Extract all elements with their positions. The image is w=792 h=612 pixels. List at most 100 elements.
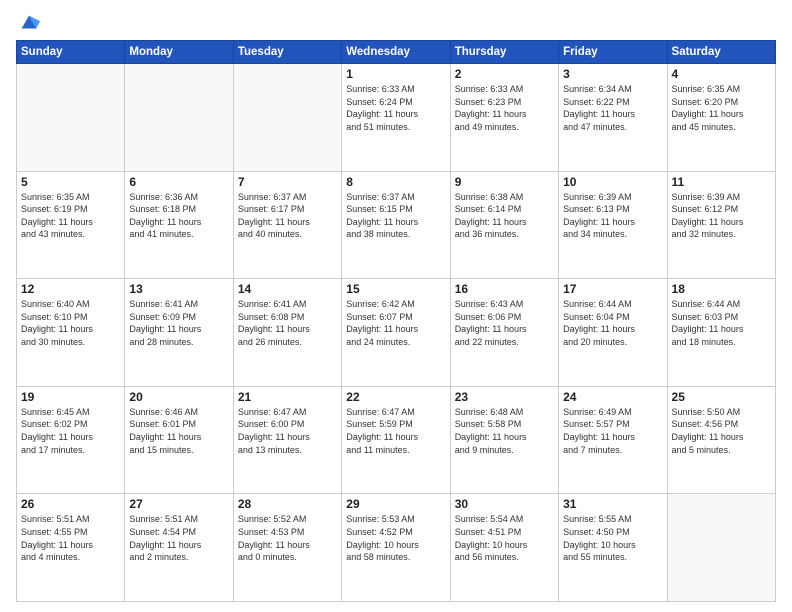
day-number: 30: [455, 497, 554, 511]
calendar-cell: 21 Sunrise: 6:47 AM Sunset: 6:00 PM Dayli…: [233, 386, 341, 494]
day-info: Sunrise: 6:33 AM Sunset: 6:23 PM Dayligh…: [455, 83, 554, 133]
day-number: 14: [238, 282, 337, 296]
week-row-2: 5 Sunrise: 6:35 AM Sunset: 6:19 PM Daylig…: [17, 171, 776, 279]
logo-icon: [18, 12, 40, 34]
calendar-cell: 22 Sunrise: 6:47 AM Sunset: 5:59 PM Dayli…: [342, 386, 450, 494]
day-number: 17: [563, 282, 662, 296]
day-number: 21: [238, 390, 337, 404]
calendar-cell: 10Sunrise: 6:39 AM Sunset: 6:13 PM Dayli…: [559, 171, 667, 279]
calendar-cell: 26Sunrise: 5:51 AM Sunset: 4:55 PM Dayli…: [17, 494, 125, 602]
calendar-cell: 12 Sunrise: 6:40 AM Sunset: 6:10 PM Dayli…: [17, 279, 125, 387]
day-info: Sunrise: 6:44 AM Sunset: 6:04 PM Dayligh…: [563, 298, 662, 348]
calendar-cell: 1 Sunrise: 6:33 AM Sunset: 6:24 PM Daylig…: [342, 64, 450, 172]
calendar-cell: 31 Sunrise: 5:55 AM Sunset: 4:50 PM Dayli…: [559, 494, 667, 602]
weekday-wednesday: Wednesday: [342, 41, 450, 64]
day-info: Sunrise: 6:46 AM Sunset: 6:01 PM Dayligh…: [129, 406, 228, 456]
day-number: 1: [346, 67, 445, 81]
weekday-sunday: Sunday: [17, 41, 125, 64]
calendar-cell: 27 Sunrise: 5:51 AM Sunset: 4:54 PM Dayli…: [125, 494, 233, 602]
day-number: 29: [346, 497, 445, 511]
day-number: 25: [672, 390, 771, 404]
calendar-cell: 17 Sunrise: 6:44 AM Sunset: 6:04 PM Dayli…: [559, 279, 667, 387]
calendar-cell: 18 Sunrise: 6:44 AM Sunset: 6:03 PM Dayli…: [667, 279, 775, 387]
day-info: Sunrise: 6:47 AM Sunset: 6:00 PM Dayligh…: [238, 406, 337, 456]
day-number: 2: [455, 67, 554, 81]
day-number: 18: [672, 282, 771, 296]
calendar-cell: 8Sunrise: 6:37 AM Sunset: 6:15 PM Daylig…: [342, 171, 450, 279]
day-info: Sunrise: 6:39 AM Sunset: 6:13 PM Dayligh…: [563, 191, 662, 241]
day-info: Sunrise: 6:45 AM Sunset: 6:02 PM Dayligh…: [21, 406, 120, 456]
day-info: Sunrise: 6:41 AM Sunset: 6:08 PM Dayligh…: [238, 298, 337, 348]
calendar-cell: 25 Sunrise: 5:50 AM Sunset: 4:56 PM Dayli…: [667, 386, 775, 494]
day-number: 12: [21, 282, 120, 296]
day-number: 9: [455, 175, 554, 189]
calendar-cell: [233, 64, 341, 172]
day-info: Sunrise: 6:49 AM Sunset: 5:57 PM Dayligh…: [563, 406, 662, 456]
page: SundayMondayTuesdayWednesdayThursdayFrid…: [0, 0, 792, 612]
day-number: 28: [238, 497, 337, 511]
calendar-cell: 24 Sunrise: 6:49 AM Sunset: 5:57 PM Dayli…: [559, 386, 667, 494]
calendar-cell: 3 Sunrise: 6:34 AM Sunset: 6:22 PM Daylig…: [559, 64, 667, 172]
day-number: 31: [563, 497, 662, 511]
day-number: 24: [563, 390, 662, 404]
day-number: 5: [21, 175, 120, 189]
day-number: 13: [129, 282, 228, 296]
day-number: 19: [21, 390, 120, 404]
day-number: 20: [129, 390, 228, 404]
weekday-tuesday: Tuesday: [233, 41, 341, 64]
day-info: Sunrise: 5:51 AM Sunset: 4:55 PM Dayligh…: [21, 513, 120, 563]
day-info: Sunrise: 6:38 AM Sunset: 6:14 PM Dayligh…: [455, 191, 554, 241]
calendar-cell: 28 Sunrise: 5:52 AM Sunset: 4:53 PM Dayli…: [233, 494, 341, 602]
calendar-cell: 5 Sunrise: 6:35 AM Sunset: 6:19 PM Daylig…: [17, 171, 125, 279]
weekday-monday: Monday: [125, 41, 233, 64]
calendar-cell: 20 Sunrise: 6:46 AM Sunset: 6:01 PM Dayli…: [125, 386, 233, 494]
day-number: 4: [672, 67, 771, 81]
weekday-friday: Friday: [559, 41, 667, 64]
day-info: Sunrise: 6:44 AM Sunset: 6:03 PM Dayligh…: [672, 298, 771, 348]
calendar-cell: 9 Sunrise: 6:38 AM Sunset: 6:14 PM Daylig…: [450, 171, 558, 279]
day-info: Sunrise: 6:35 AM Sunset: 6:19 PM Dayligh…: [21, 191, 120, 241]
day-info: Sunrise: 6:33 AM Sunset: 6:24 PM Dayligh…: [346, 83, 445, 133]
calendar-cell: 30 Sunrise: 5:54 AM Sunset: 4:51 PM Dayli…: [450, 494, 558, 602]
day-info: Sunrise: 5:53 AM Sunset: 4:52 PM Dayligh…: [346, 513, 445, 563]
day-info: Sunrise: 6:40 AM Sunset: 6:10 PM Dayligh…: [21, 298, 120, 348]
day-number: 16: [455, 282, 554, 296]
day-info: Sunrise: 6:37 AM Sunset: 6:17 PM Dayligh…: [238, 191, 337, 241]
week-row-1: 1 Sunrise: 6:33 AM Sunset: 6:24 PM Daylig…: [17, 64, 776, 172]
day-info: Sunrise: 5:50 AM Sunset: 4:56 PM Dayligh…: [672, 406, 771, 456]
day-number: 3: [563, 67, 662, 81]
logo: [16, 12, 40, 34]
day-info: Sunrise: 6:48 AM Sunset: 5:58 PM Dayligh…: [455, 406, 554, 456]
calendar-cell: [125, 64, 233, 172]
day-number: 22: [346, 390, 445, 404]
week-row-4: 19 Sunrise: 6:45 AM Sunset: 6:02 PM Dayli…: [17, 386, 776, 494]
day-info: Sunrise: 5:55 AM Sunset: 4:50 PM Dayligh…: [563, 513, 662, 563]
day-info: Sunrise: 5:52 AM Sunset: 4:53 PM Dayligh…: [238, 513, 337, 563]
day-info: Sunrise: 6:35 AM Sunset: 6:20 PM Dayligh…: [672, 83, 771, 133]
weekday-header-row: SundayMondayTuesdayWednesdayThursdayFrid…: [17, 41, 776, 64]
calendar-cell: 2 Sunrise: 6:33 AM Sunset: 6:23 PM Daylig…: [450, 64, 558, 172]
calendar-cell: 15 Sunrise: 6:42 AM Sunset: 6:07 PM Dayli…: [342, 279, 450, 387]
header: [16, 12, 776, 34]
day-info: Sunrise: 6:47 AM Sunset: 5:59 PM Dayligh…: [346, 406, 445, 456]
calendar-cell: 11 Sunrise: 6:39 AM Sunset: 6:12 PM Dayli…: [667, 171, 775, 279]
day-info: Sunrise: 6:34 AM Sunset: 6:22 PM Dayligh…: [563, 83, 662, 133]
day-info: Sunrise: 6:39 AM Sunset: 6:12 PM Dayligh…: [672, 191, 771, 241]
day-info: Sunrise: 5:54 AM Sunset: 4:51 PM Dayligh…: [455, 513, 554, 563]
calendar-cell: 6 Sunrise: 6:36 AM Sunset: 6:18 PM Daylig…: [125, 171, 233, 279]
day-number: 11: [672, 175, 771, 189]
day-number: 15: [346, 282, 445, 296]
calendar-cell: 13Sunrise: 6:41 AM Sunset: 6:09 PM Dayli…: [125, 279, 233, 387]
day-info: Sunrise: 5:51 AM Sunset: 4:54 PM Dayligh…: [129, 513, 228, 563]
day-info: Sunrise: 6:42 AM Sunset: 6:07 PM Dayligh…: [346, 298, 445, 348]
week-row-3: 12 Sunrise: 6:40 AM Sunset: 6:10 PM Dayli…: [17, 279, 776, 387]
day-number: 7: [238, 175, 337, 189]
calendar-cell: 4 Sunrise: 6:35 AM Sunset: 6:20 PM Daylig…: [667, 64, 775, 172]
day-number: 23: [455, 390, 554, 404]
day-number: 8: [346, 175, 445, 189]
day-info: Sunrise: 6:36 AM Sunset: 6:18 PM Dayligh…: [129, 191, 228, 241]
day-number: 27: [129, 497, 228, 511]
calendar-cell: [17, 64, 125, 172]
day-number: 6: [129, 175, 228, 189]
calendar-cell: [667, 494, 775, 602]
